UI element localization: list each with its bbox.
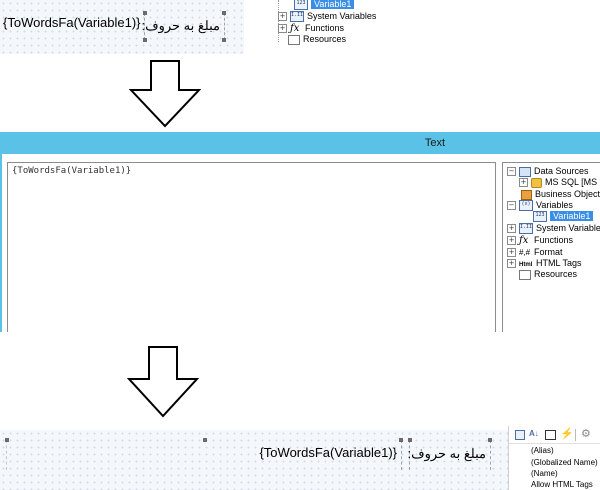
resize-handle[interactable] [203,438,207,442]
divider [575,429,576,441]
gear-icon[interactable]: ⚙ [581,427,591,440]
resize-handle[interactable] [488,438,492,442]
tree-item-system-variables[interactable]: + I.II System Variables [278,11,376,23]
property-row[interactable]: (Alias) [531,446,554,455]
property-row[interactable]: (Name) [531,469,558,478]
collapse-icon[interactable]: − [507,201,516,211]
bottom-expression-textbox[interactable]: {ToWordsFa(Variable1)} [5,438,403,470]
resize-handle[interactable] [399,438,403,442]
tree-item-variables[interactable]: − (x) Variables [507,200,573,212]
categorized-icon[interactable] [515,430,525,440]
expand-icon[interactable]: + [519,178,528,188]
resize-handle[interactable] [222,11,226,15]
down-arrow-icon [129,60,201,128]
expand-icon[interactable]: + [507,259,516,269]
bottom-expression-text: {ToWordsFa(Variable1)} [259,445,397,460]
down-arrow-icon [127,346,199,418]
tree-item-data-sources[interactable]: − Data Sources [507,166,589,177]
dictionary-tree-panel: − Data Sources + MS SQL [MS S Business Obj… [502,162,600,332]
expand-icon[interactable]: + [278,24,287,34]
bottom-label-text: مبلغ به حروف: [407,446,487,461]
tree-item-business-objects[interactable]: Business Objects [521,189,600,200]
events-icon[interactable]: ⚡ [560,427,574,440]
system-variables-icon: I.II [519,223,533,235]
top-dictionary-panel: 123 Variable1 + I.II System Variables + ƒx Fu… [244,0,600,54]
resources-icon [288,34,300,45]
expand-icon[interactable]: + [507,236,516,246]
database-icon [531,177,542,188]
data-source-icon [519,166,531,177]
variable-icon: 123 [294,0,308,11]
system-variables-icon: I.II [290,11,304,23]
variables-icon: (x) [519,200,533,212]
property-row[interactable]: (Globalized Name) [531,458,598,467]
text-editor-dialog: Text {ToWordsFa(Variable1)} − Data Source… [0,132,600,332]
sort-alpha-icon[interactable]: A↓ [529,429,539,438]
resources-icon [519,269,531,280]
properties-toolbar: A↓ ⚡ ⚙ [509,426,600,444]
expand-icon[interactable]: + [507,224,516,234]
dialog-title: Text [424,137,446,149]
resize-handle[interactable] [222,38,226,42]
tree-item-resources[interactable]: Resources [519,269,577,280]
business-objects-icon [521,189,532,200]
properties-icon[interactable] [545,430,556,440]
tree-item-variable1[interactable]: 123 Variable1 [533,211,594,223]
top-expression-text: {ToWordsFa(Variable1)} [3,15,141,30]
expression-editor-text: {ToWordsFa(Variable1)} [12,166,132,176]
property-row[interactable]: Allow HTML Tags [531,480,593,489]
tree-item-ms-sql[interactable]: + MS SQL [MS S [519,177,600,188]
tree-item-functions[interactable]: + ƒx Functions [278,23,344,34]
top-label-textbox[interactable]: مبلغ به حروف: [141,11,226,42]
dialog-title-bar[interactable]: Text [0,132,600,154]
resize-handle[interactable] [5,438,9,442]
bottom-label-textbox[interactable]: مبلغ به حروف: [407,438,492,470]
format-icon: #,# [519,248,531,257]
resize-handle[interactable] [408,438,412,442]
top-label-text: مبلغ به حروف: [141,18,221,33]
resize-handle[interactable] [143,38,147,42]
expand-icon[interactable]: + [507,248,516,258]
dialog-left-border [0,154,2,332]
tree-item-format[interactable]: + #,# Format [507,247,563,258]
resize-handle[interactable] [143,11,147,15]
tree-item-resources[interactable]: Resources [288,34,346,45]
variable-icon: 123 [533,211,547,223]
tree-item-system-variables[interactable]: + I.II System Variables [507,223,600,235]
expand-icon[interactable]: + [278,12,287,22]
function-icon: ƒx [290,23,300,34]
expression-editor[interactable]: {ToWordsFa(Variable1)} [7,162,496,332]
properties-panel: A↓ ⚡ ⚙ (Alias) (Globalized Name) (Name) … [508,426,600,490]
collapse-icon[interactable]: − [507,167,516,177]
tree-item-variable1[interactable]: 123 Variable1 [294,0,355,11]
tree-item-functions[interactable]: + ƒx Functions [507,235,573,246]
tree-item-html-tags[interactable]: + Html HTML Tags [507,258,582,269]
function-icon: ƒx [519,235,529,246]
top-expression-textbox[interactable]: {ToWordsFa(Variable1)} [0,8,141,38]
